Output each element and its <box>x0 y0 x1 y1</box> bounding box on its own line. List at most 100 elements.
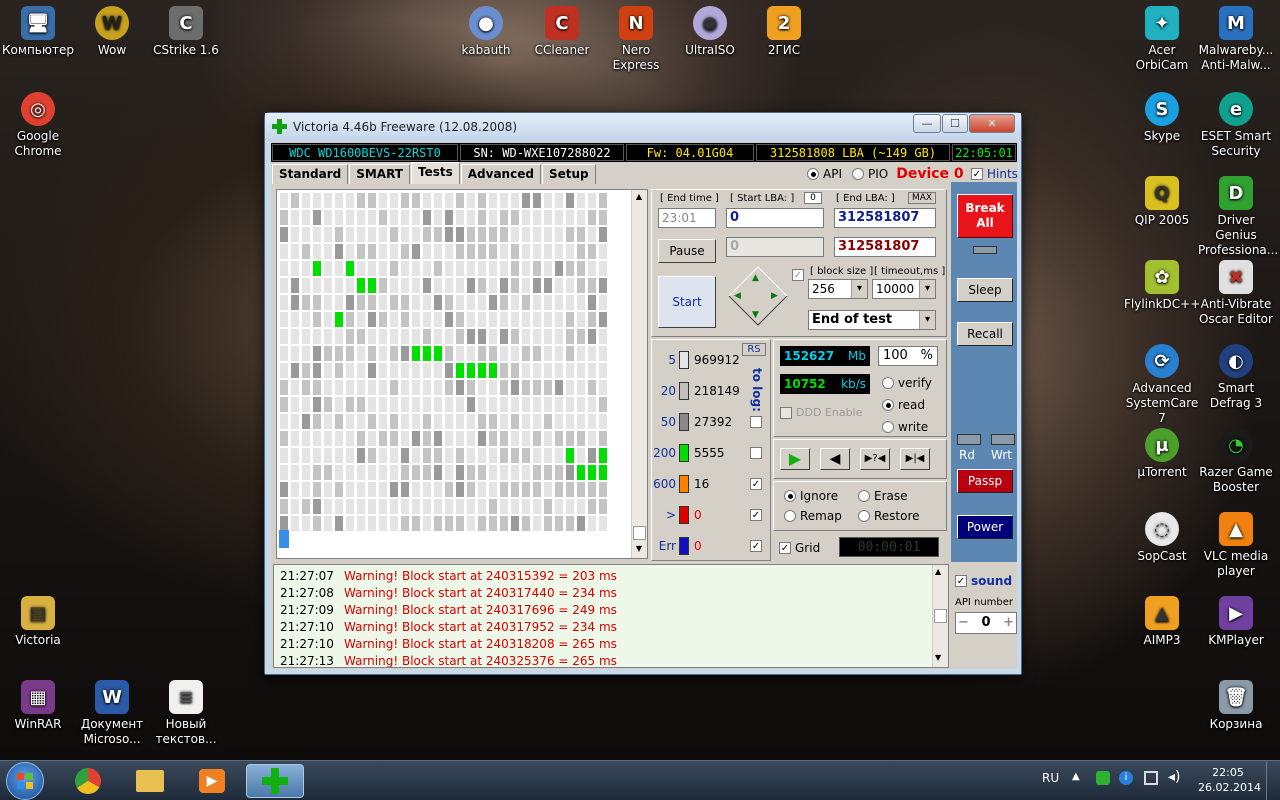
desktop-icon-skype[interactable]: S Skype <box>1124 92 1200 144</box>
map-scrollbar[interactable]: ▲ ▼ <box>631 190 647 558</box>
network-icon[interactable] <box>1144 771 1158 785</box>
arrow-left-icon[interactable]: ◀ <box>734 291 741 301</box>
rs-button[interactable]: RS <box>742 343 766 356</box>
log-scroll-up-icon[interactable]: ▲ <box>935 567 941 576</box>
desktop-icon-ccleaner[interactable]: C CCleaner <box>524 6 600 58</box>
title-bar[interactable]: Victoria 4.46b Freeware (12.08.2008) — ☐… <box>265 113 1021 141</box>
remap-radio[interactable] <box>784 510 796 522</box>
mode-write[interactable]: write <box>882 420 928 434</box>
increment-icon[interactable]: + <box>1003 613 1014 633</box>
desktop-icon-text-doc[interactable]: ≡ Новый текстов... <box>148 680 224 747</box>
reverse-button[interactable]: ◀ <box>820 448 850 470</box>
block-size-select[interactable]: 256 <box>808 279 868 299</box>
sleep-button[interactable]: Sleep <box>957 278 1013 302</box>
decrement-icon[interactable]: − <box>958 613 969 633</box>
maximize-button[interactable]: ☐ <box>942 114 968 133</box>
passp-button[interactable]: Passp <box>957 469 1013 493</box>
desktop-icon-antivibrate[interactable]: ✖ Anti-Vibrate Oscar Editor <box>1198 260 1274 327</box>
tab-standard[interactable]: Standard <box>272 164 349 184</box>
log-checkbox[interactable] <box>750 447 762 459</box>
arrow-down-icon[interactable]: ▼ <box>752 310 759 320</box>
close-button[interactable]: ✕ <box>969 114 1015 133</box>
power-button[interactable]: Power <box>957 515 1013 539</box>
read-radio[interactable] <box>882 399 894 411</box>
desktop-icon-kabauth[interactable]: ● kabauth <box>448 6 524 58</box>
log-scroll-down-icon[interactable]: ▼ <box>935 653 941 662</box>
skip-button[interactable]: ▶?◀ <box>860 448 890 470</box>
desktop-icon-2gis[interactable]: 2 2ГИС <box>746 6 822 58</box>
tray-clock[interactable]: 22:05 26.02.2014 <box>1198 765 1261 795</box>
desktop-icon-qip[interactable]: Q QIP 2005 <box>1124 176 1200 228</box>
taskbar-explorer[interactable] <box>122 764 178 798</box>
sound-toggle[interactable]: ✓ sound <box>955 574 1012 588</box>
start-lba-input[interactable]: 0 <box>726 208 824 228</box>
volume-icon[interactable]: ◂) <box>1168 769 1181 785</box>
scroll-up-icon[interactable]: ▲ <box>634 192 644 204</box>
info-icon[interactable]: i <box>1119 771 1133 785</box>
desktop-icon-victoria[interactable]: ▤ Victoria <box>0 596 76 648</box>
tab-advanced[interactable]: Advanced <box>460 164 541 184</box>
minimize-button[interactable]: — <box>913 114 941 133</box>
hints-toggle[interactable]: ✓ Hints <box>971 167 1018 181</box>
tab-tests[interactable]: Tests <box>410 162 460 184</box>
mode-verify[interactable]: verify <box>882 376 932 390</box>
verify-radio[interactable] <box>882 377 894 389</box>
action-erase[interactable]: Erase <box>858 489 908 503</box>
start-orb[interactable] <box>6 762 44 800</box>
action-remap[interactable]: Remap <box>784 509 842 523</box>
desktop-icon-vlc[interactable]: ▲ VLC media player <box>1198 512 1274 579</box>
scroll-down-icon[interactable]: ▼ <box>634 544 644 556</box>
desktop-icon-sopcast[interactable]: ◌ SopCast <box>1124 512 1200 564</box>
safely-remove-icon[interactable] <box>1096 771 1110 785</box>
desktop-icon-chrome[interactable]: ◎ Google Chrome <box>0 92 76 159</box>
desktop-icon-flylink[interactable]: ✿ FlylinkDC++ <box>1124 260 1200 312</box>
desktop-icon-word-doc[interactable]: W Документ Microso... <box>74 680 150 747</box>
restore-radio[interactable] <box>858 510 870 522</box>
end-time-input[interactable]: 23:01 <box>658 208 716 228</box>
hints-checkbox[interactable]: ✓ <box>971 168 983 180</box>
tray-expand-icon[interactable]: ▲ <box>1072 771 1080 782</box>
desktop-icon-utorrent[interactable]: µ µTorrent <box>1124 428 1200 480</box>
grid-toggle[interactable]: ✓ Grid <box>779 541 820 555</box>
desktop-icon-wow[interactable]: W Wow <box>74 6 150 58</box>
tab-setup[interactable]: Setup <box>541 164 596 184</box>
ddd-enable-toggle[interactable]: DDD Enable <box>780 406 862 419</box>
action-ignore[interactable]: Ignore <box>784 489 838 503</box>
log-checkbox[interactable]: ✓ <box>750 540 762 552</box>
taskbar-media-player[interactable]: ▶ <box>184 764 240 798</box>
desktop-icon-systemcare[interactable]: ⟳ Advanced SystemCare 7 <box>1124 344 1200 426</box>
recall-button[interactable]: Recall <box>957 322 1013 346</box>
pio-radio[interactable] <box>851 168 864 180</box>
language-indicator[interactable]: RU <box>1042 771 1059 785</box>
api-radio[interactable] <box>807 168 819 180</box>
desktop-icon-malwarebytes[interactable]: M Malwareby... Anti-Malw... <box>1198 6 1274 73</box>
log-scrollbar[interactable]: ▲ ▼ <box>932 565 948 667</box>
desktop-icon-recycle-bin[interactable]: 🗑 Корзина <box>1198 680 1274 732</box>
desktop-icon-orbicam[interactable]: ✦ Acer OrbiCam <box>1124 6 1200 73</box>
desktop-icon-nero[interactable]: N Nero Express <box>598 6 674 73</box>
log-checkbox[interactable]: ✓ <box>750 478 762 490</box>
write-radio[interactable] <box>882 421 894 433</box>
start-button[interactable]: Start <box>658 276 716 328</box>
show-desktop-button[interactable] <box>1266 761 1280 800</box>
action-restore[interactable]: Restore <box>858 509 920 523</box>
desktop-icon-smart-defrag[interactable]: ◐ Smart Defrag 3 <box>1198 344 1274 411</box>
desktop-icon-eset[interactable]: e ESET Smart Security <box>1198 92 1274 159</box>
start-lba-small[interactable]: 0 <box>804 192 822 204</box>
mode-read[interactable]: read <box>882 398 925 412</box>
log-checkbox[interactable] <box>750 416 762 428</box>
taskbar-victoria[interactable] <box>246 764 304 798</box>
end-action-select[interactable]: End of test <box>808 310 936 330</box>
scroll-thumb[interactable] <box>633 526 646 540</box>
break-all-button[interactable]: Break All <box>957 194 1013 238</box>
arrow-up-icon[interactable]: ▲ <box>752 273 759 283</box>
desktop-icon-winrar[interactable]: ▦ WinRAR <box>0 680 76 732</box>
desktop-icon-kmplayer[interactable]: ▶ KMPlayer <box>1198 596 1274 648</box>
sound-checkbox[interactable]: ✓ <box>955 575 967 587</box>
arrow-right-icon[interactable]: ▶ <box>771 291 778 301</box>
tab-smart[interactable]: SMART <box>349 164 410 184</box>
grid-checkbox[interactable]: ✓ <box>779 542 791 554</box>
play-button[interactable]: ▶ <box>780 448 810 470</box>
end-button[interactable]: ▶|◀ <box>900 448 930 470</box>
desktop-icon-driver-genius[interactable]: D Driver Genius Professiona... <box>1198 176 1278 258</box>
